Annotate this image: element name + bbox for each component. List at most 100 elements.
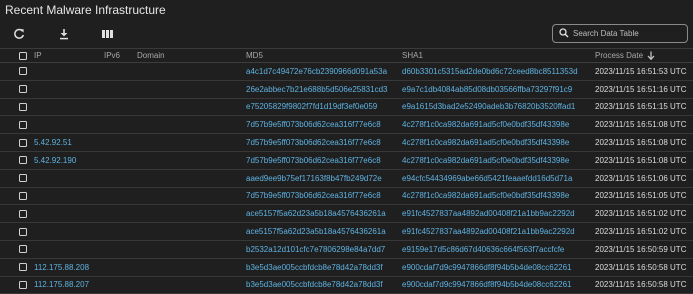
table-row[interactable]: 5.42.92.190 7d57b9e5ff073b06d62cea316f77e… bbox=[0, 152, 693, 170]
table-row[interactable]: ace5157f5a62d23a5b18a4576436261a e91fc452… bbox=[0, 223, 693, 241]
ip-cell[interactable] bbox=[34, 99, 102, 116]
ipv6-cell bbox=[104, 241, 134, 258]
row-checkbox[interactable] bbox=[19, 280, 27, 289]
table-row[interactable]: ace5157f5a62d23a5b18a4576436261a e91fc452… bbox=[0, 205, 693, 224]
column-header-process-date[interactable]: Process Date bbox=[595, 49, 693, 62]
md5-cell[interactable]: e75205829f9802f7fd1d19df3ef0e059 bbox=[246, 99, 396, 116]
row-checkbox[interactable] bbox=[19, 227, 27, 236]
md5-cell[interactable]: 26e2abbec7b21e688b5d506e25831cd3 bbox=[246, 81, 396, 98]
sha1-cell[interactable]: e900cdaf7d9c9947866df8f94b5b4de08cc62261 bbox=[402, 277, 591, 294]
row-checkbox[interactable] bbox=[19, 138, 27, 147]
process-date-cell: 2023/11/15 16:50:58 UTC bbox=[595, 262, 687, 272]
row-checkbox[interactable] bbox=[19, 102, 27, 111]
column-header-sha1[interactable]: SHA1 bbox=[402, 49, 591, 62]
ip-cell[interactable] bbox=[34, 63, 102, 80]
ipv6-cell bbox=[104, 152, 134, 169]
row-checkbox[interactable] bbox=[19, 120, 27, 129]
domain-cell bbox=[137, 241, 243, 258]
ipv6-cell bbox=[104, 188, 134, 205]
row-checkbox[interactable] bbox=[19, 263, 27, 272]
process-date-cell: 2023/11/15 16:50:59 UTC bbox=[595, 244, 687, 254]
sha1-cell[interactable]: d60b3301c5315ad2de0bd6c72ceed8bc8511353d bbox=[402, 63, 591, 80]
sha1-cell[interactable]: e94cfc54434969abe66d5421feaaefdd16d5d71a bbox=[402, 170, 591, 187]
refresh-icon[interactable] bbox=[11, 26, 27, 42]
sha1-cell[interactable]: 4c278f1c0ca982da691ad5cf0e0bdf35df43398e bbox=[402, 134, 591, 151]
md5-cell[interactable]: 7d57b9e5ff073b06d62cea316f77e6c8 bbox=[246, 188, 396, 205]
ip-cell[interactable]: 5.42.92.190 bbox=[34, 152, 102, 169]
ip-cell[interactable] bbox=[34, 205, 102, 222]
download-icon[interactable] bbox=[56, 26, 72, 42]
ipv6-cell bbox=[104, 170, 134, 187]
domain-cell bbox=[137, 205, 243, 222]
table-row[interactable]: 5.42.92.51 7d57b9e5ff073b06d62cea316f77e6… bbox=[0, 134, 693, 152]
ip-cell[interactable] bbox=[34, 81, 102, 98]
row-checkbox[interactable] bbox=[19, 67, 27, 76]
column-header-ipv6[interactable]: IPv6 bbox=[104, 49, 134, 62]
table-row[interactable]: aaed9ee9b75ef17163f8b47fb249d72e e94cfc54… bbox=[0, 170, 693, 188]
column-header-domain[interactable]: Domain bbox=[137, 49, 243, 62]
md5-cell[interactable]: aaed9ee9b75ef17163f8b47fb249d72e bbox=[246, 170, 396, 187]
column-header-md5[interactable]: MD5 bbox=[246, 49, 396, 62]
search-box[interactable] bbox=[552, 24, 688, 43]
sha1-cell[interactable]: e9a7c1db4084ab85d08db03566ffba73297f91c9 bbox=[402, 81, 591, 98]
process-date-cell: 2023/11/15 16:51:53 UTC bbox=[595, 66, 687, 76]
table-row[interactable]: 112.175.88.208 b3e5d3ae005ccbfdcb8e78d42a… bbox=[0, 259, 693, 277]
columns-icon[interactable] bbox=[99, 26, 115, 42]
table-row[interactable]: a4c1d7c49472e76cb2390966d091a53a d60b3301… bbox=[0, 63, 693, 81]
ip-cell[interactable] bbox=[34, 241, 102, 258]
ipv6-cell bbox=[104, 99, 134, 116]
md5-cell[interactable]: b3e5d3ae005ccbfdcb8e78d42a78dd3f bbox=[246, 259, 396, 276]
sha1-cell[interactable]: 4c278f1c0ca982da691ad5cf0e0bdf35df43398e bbox=[402, 116, 591, 133]
domain-cell bbox=[137, 223, 243, 240]
table-header-row: IP IPv6 Domain MD5 SHA1 Process Date bbox=[0, 49, 693, 63]
process-date-cell: 2023/11/15 16:51:06 UTC bbox=[595, 173, 687, 183]
md5-cell[interactable]: a4c1d7c49472e76cb2390966d091a53a bbox=[246, 63, 396, 80]
md5-cell[interactable]: b3e5d3ae005ccbfdcb8e78d42a78dd3f bbox=[246, 277, 396, 294]
process-date-cell: 2023/11/15 16:51:15 UTC bbox=[595, 102, 687, 112]
domain-cell bbox=[137, 277, 243, 294]
sha1-cell[interactable]: 4c278f1c0ca982da691ad5cf0e0bdf35df43398e bbox=[402, 152, 591, 169]
ip-cell[interactable]: 112.175.88.207 bbox=[34, 277, 102, 294]
md5-cell[interactable]: ace5157f5a62d23a5b18a4576436261a bbox=[246, 205, 396, 222]
md5-cell[interactable]: b2532a12d101cfc7e7806298e84a7dd7 bbox=[246, 241, 396, 258]
row-checkbox[interactable] bbox=[19, 245, 27, 254]
process-date-cell: 2023/11/15 16:51:05 UTC bbox=[595, 191, 687, 201]
sha1-cell[interactable]: e91fc4527837aa4892ad00408f21a1bb9ac2292d bbox=[402, 205, 591, 222]
sha1-cell[interactable]: e900cdaf7d9c9947866df8f94b5b4de08cc62261 bbox=[402, 259, 591, 276]
ipv6-cell bbox=[104, 277, 134, 294]
row-checkbox[interactable] bbox=[19, 156, 27, 165]
process-date-cell: 2023/11/15 16:51:08 UTC bbox=[595, 155, 687, 165]
row-checkbox[interactable] bbox=[19, 191, 27, 200]
md5-cell[interactable]: ace5157f5a62d23a5b18a4576436261a bbox=[246, 223, 396, 240]
row-checkbox[interactable] bbox=[19, 85, 27, 94]
md5-cell[interactable]: 7d57b9e5ff073b06d62cea316f77e6c8 bbox=[246, 152, 396, 169]
ip-cell[interactable]: 112.175.88.208 bbox=[34, 259, 102, 276]
ip-cell[interactable] bbox=[34, 188, 102, 205]
ip-cell[interactable]: 5.42.92.51 bbox=[34, 134, 102, 151]
sha1-cell[interactable]: e91fc4527837aa4892ad00408f21a1bb9ac2292d bbox=[402, 223, 591, 240]
search-input[interactable] bbox=[573, 26, 683, 41]
table-row[interactable]: e75205829f9802f7fd1d19df3ef0e059 e9a1615d… bbox=[0, 99, 693, 117]
ipv6-cell bbox=[104, 63, 134, 80]
sha1-cell[interactable]: e9a1615d3bad2e52490adeb3b76820b3520ffad1 bbox=[402, 99, 591, 116]
table-row[interactable]: b2532a12d101cfc7e7806298e84a7dd7 e9159e17… bbox=[0, 241, 693, 259]
data-table: IP IPv6 Domain MD5 SHA1 Process Date a4c… bbox=[0, 49, 693, 294]
table-row[interactable]: 112.175.88.207 b3e5d3ae005ccbfdcb8e78d42a… bbox=[0, 277, 693, 294]
column-header-ip[interactable]: IP bbox=[34, 49, 102, 62]
select-all-checkbox[interactable] bbox=[19, 51, 27, 60]
md5-cell[interactable]: 7d57b9e5ff073b06d62cea316f77e6c8 bbox=[246, 134, 396, 151]
sha1-cell[interactable]: e9159e17d5c86d67d40636c664f563f7accfcfe bbox=[402, 241, 591, 258]
table-row[interactable]: 7d57b9e5ff073b06d62cea316f77e6c8 4c278f1c… bbox=[0, 116, 693, 135]
md5-cell[interactable]: 7d57b9e5ff073b06d62cea316f77e6c8 bbox=[246, 116, 396, 133]
row-checkbox[interactable] bbox=[19, 174, 27, 183]
process-date-cell: 2023/11/15 16:51:02 UTC bbox=[595, 227, 687, 237]
table-row[interactable]: 7d57b9e5ff073b06d62cea316f77e6c8 4c278f1c… bbox=[0, 188, 693, 206]
table-row[interactable]: 26e2abbec7b21e688b5d506e25831cd3 e9a7c1db… bbox=[0, 81, 693, 99]
ip-cell[interactable] bbox=[34, 223, 102, 240]
process-date-cell: 2023/11/15 16:51:02 UTC bbox=[595, 209, 687, 219]
ip-cell[interactable] bbox=[34, 116, 102, 133]
row-checkbox[interactable] bbox=[19, 209, 27, 218]
ip-cell[interactable] bbox=[34, 170, 102, 187]
sha1-cell[interactable]: 4c278f1c0ca982da691ad5cf0e0bdf35df43398e bbox=[402, 188, 591, 205]
arrow-down-icon[interactable] bbox=[647, 51, 655, 60]
